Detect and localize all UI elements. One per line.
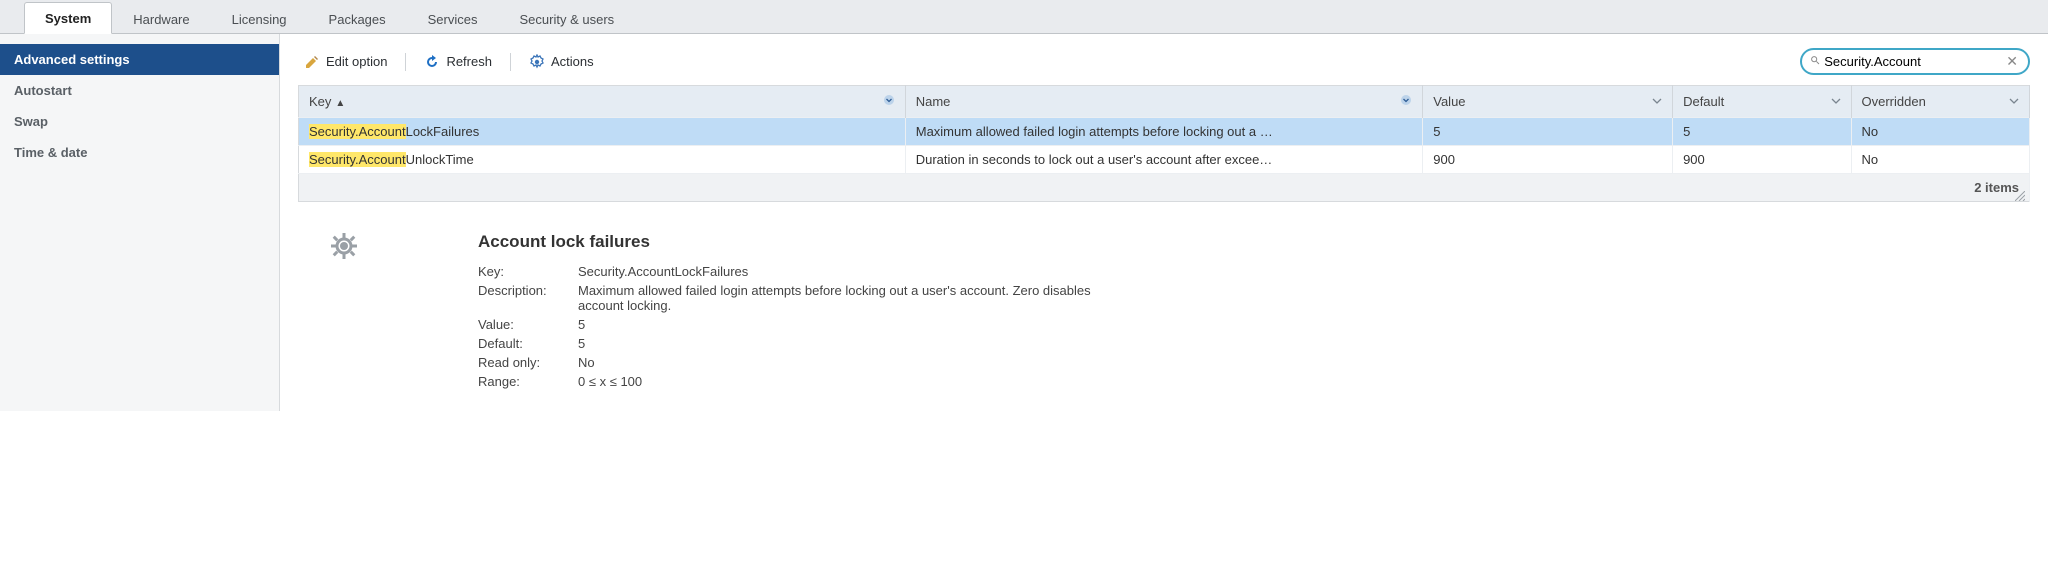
details-key-value: Security.AccountLockFailures (578, 264, 748, 279)
details-value-value: 5 (578, 317, 585, 332)
toolbar-separator (510, 53, 511, 71)
details-default-label: Default: (478, 336, 578, 351)
tab-packages[interactable]: Packages (308, 3, 407, 34)
details-title: Account lock failures (478, 232, 1098, 252)
sidebar: Advanced settings Autostart Swap Time & … (0, 34, 280, 411)
chevron-down-icon[interactable] (1831, 94, 1841, 109)
pencil-icon (304, 54, 320, 70)
actions-label: Actions (551, 54, 594, 69)
tab-system[interactable]: System (24, 2, 112, 34)
toolbar: Edit option Refresh Actions (280, 42, 2048, 85)
tab-licensing[interactable]: Licensing (211, 3, 308, 34)
col-value[interactable]: Value (1423, 86, 1673, 118)
cell-name: Maximum allowed failed login attempts be… (905, 118, 1423, 146)
col-default-label: Default (1683, 94, 1724, 109)
chevron-down-icon[interactable] (2009, 94, 2019, 109)
tab-security-users[interactable]: Security & users (499, 3, 636, 34)
col-key-label: Key (309, 94, 331, 109)
actions-button[interactable]: Actions (523, 52, 600, 72)
content-area: Edit option Refresh Actions (280, 34, 2048, 411)
sidebar-item-swap[interactable]: Swap (0, 106, 279, 137)
details-readonly-value: No (578, 355, 595, 370)
clear-search-button[interactable]: ✕ (2004, 53, 2020, 70)
col-overridden[interactable]: Overridden (1851, 86, 2029, 118)
resize-grip-icon[interactable] (2015, 189, 2025, 199)
col-name-label: Name (916, 94, 951, 109)
search-input[interactable] (1820, 52, 2004, 71)
search-box[interactable]: ✕ (1800, 48, 2030, 75)
edit-option-button[interactable]: Edit option (298, 52, 393, 72)
sidebar-item-time-date[interactable]: Time & date (0, 137, 279, 168)
close-icon: ✕ (2006, 53, 2018, 69)
cell-value: 900 (1423, 146, 1673, 174)
details-range-value: 0 ≤ x ≤ 100 (578, 374, 642, 389)
chevron-down-icon[interactable] (1652, 94, 1662, 109)
refresh-label: Refresh (446, 54, 492, 69)
cell-value: 5 (1423, 118, 1673, 146)
table-row[interactable]: Security.AccountUnlockTime Duration in s… (299, 146, 2030, 174)
sort-asc-icon: ▲ (331, 98, 345, 109)
tab-hardware[interactable]: Hardware (112, 3, 210, 34)
col-key[interactable]: Key▲ (299, 86, 906, 118)
table-row[interactable]: Security.AccountLockFailures Maximum all… (299, 118, 2030, 146)
settings-table: Key▲ Name (298, 85, 2030, 202)
details-range-label: Range: (478, 374, 578, 389)
details-default-value: 5 (578, 336, 585, 351)
gear-icon (529, 54, 545, 70)
tab-services[interactable]: Services (407, 3, 499, 34)
settings-gear-icon (330, 232, 358, 260)
top-tabs: System Hardware Licensing Packages Servi… (0, 0, 2048, 34)
table-header-row: Key▲ Name (299, 86, 2030, 118)
sidebar-item-autostart[interactable]: Autostart (0, 75, 279, 106)
col-name[interactable]: Name (905, 86, 1423, 118)
toolbar-separator (405, 53, 406, 71)
details-readonly-label: Read only: (478, 355, 578, 370)
table-footer: 2 items (299, 174, 2030, 202)
cell-name: Duration in seconds to lock out a user's… (905, 146, 1423, 174)
row-count-label: 2 items (1974, 180, 2019, 195)
details-description-value: Maximum allowed failed login attempts be… (578, 283, 1098, 313)
col-overridden-label: Overridden (1862, 94, 1926, 109)
search-icon (1810, 54, 1820, 70)
cell-key: Security.AccountLockFailures (299, 118, 906, 146)
details-value-label: Value: (478, 317, 578, 332)
cell-overridden: No (1851, 118, 2029, 146)
edit-option-label: Edit option (326, 54, 387, 69)
sidebar-item-advanced-settings[interactable]: Advanced settings (0, 44, 279, 75)
column-menu-icon[interactable] (883, 94, 895, 109)
col-value-label: Value (1433, 94, 1465, 109)
col-default[interactable]: Default (1673, 86, 1851, 118)
cell-overridden: No (1851, 146, 2029, 174)
refresh-button[interactable]: Refresh (418, 52, 498, 72)
cell-default: 5 (1673, 118, 1851, 146)
details-description-label: Description: (478, 283, 578, 313)
cell-default: 900 (1673, 146, 1851, 174)
column-menu-icon[interactable] (1400, 94, 1412, 109)
details-key-label: Key: (478, 264, 578, 279)
details-panel: Account lock failures Key:Security.Accou… (280, 202, 2048, 411)
cell-key: Security.AccountUnlockTime (299, 146, 906, 174)
refresh-icon (424, 54, 440, 70)
